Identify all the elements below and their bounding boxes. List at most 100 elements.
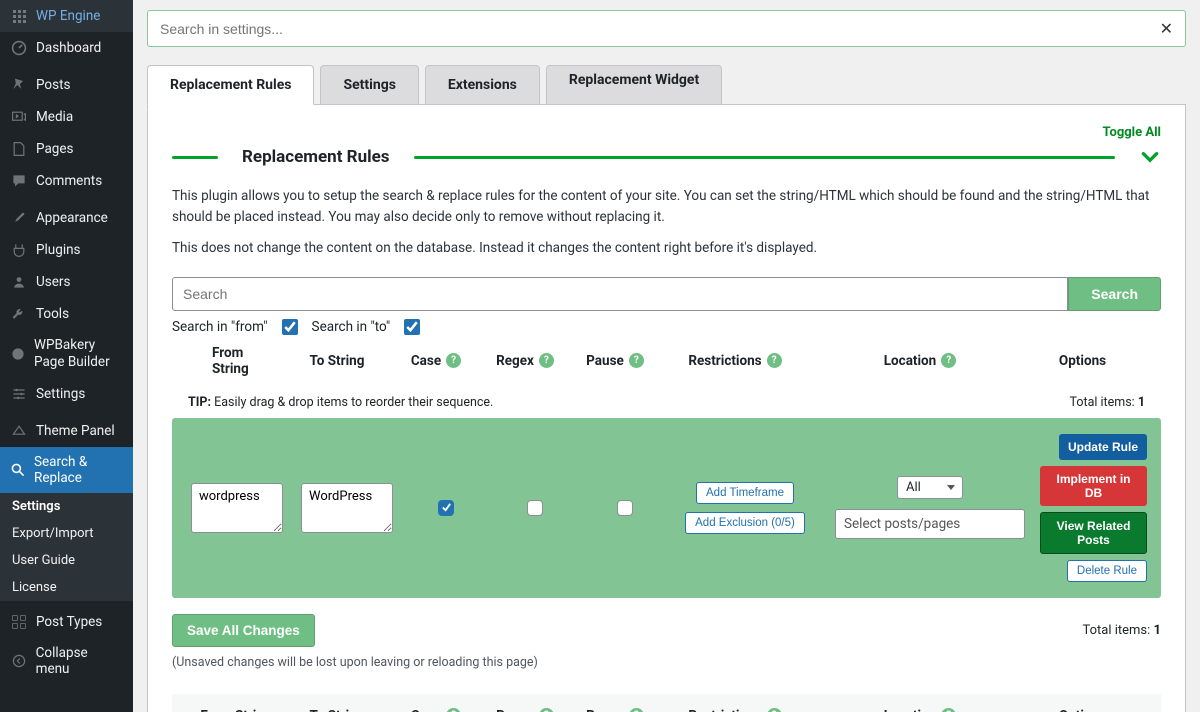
rules-table-footer: From String To String Case? Regex? Pause… <box>172 694 1161 712</box>
submenu-export-import[interactable]: Export/Import <box>0 520 133 547</box>
submenu-user-guide[interactable]: User Guide <box>0 547 133 574</box>
rule-row: Add Timeframe Add Exclusion (0/5) All Se… <box>172 418 1161 598</box>
sidebar-item-wpbakery[interactable]: WPBakery Page Builder <box>0 330 133 378</box>
help-icon[interactable]: ? <box>767 708 782 712</box>
collapse-icon <box>10 652 28 670</box>
sidebar-item-label: Collapse menu <box>36 645 123 677</box>
submenu-license[interactable]: License <box>0 574 133 601</box>
to-string-input[interactable] <box>301 483 393 533</box>
help-icon[interactable]: ? <box>539 353 554 368</box>
save-all-button[interactable]: Save All Changes <box>172 614 315 647</box>
case-checkbox[interactable] <box>438 500 454 516</box>
help-icon[interactable]: ? <box>539 708 554 712</box>
col-location: Location? <box>810 708 1030 712</box>
user-icon <box>10 273 28 291</box>
update-rule-button[interactable]: Update Rule <box>1059 434 1147 460</box>
col-to: To String <box>282 345 392 377</box>
sidebar-collapse[interactable]: Collapse menu <box>0 638 133 684</box>
sidebar-item-label: Search & Replace <box>34 454 123 486</box>
sidebar-item-label: WP Engine <box>36 8 100 24</box>
builder-icon <box>10 345 26 363</box>
rules-table-header: From String To String Case? Regex? Pause… <box>172 335 1161 387</box>
chevron-down-icon[interactable] <box>1139 146 1161 168</box>
help-icon[interactable]: ? <box>446 353 461 368</box>
intro-paragraph-1: This plugin allows you to setup the sear… <box>172 186 1161 228</box>
help-icon[interactable]: ? <box>767 353 782 368</box>
tip-text: Easily drag & drop items to reorder thei… <box>214 395 493 410</box>
view-related-posts-button[interactable]: View Related Posts <box>1040 512 1147 554</box>
section-title: Replacement Rules <box>242 147 390 167</box>
sidebar-item-media[interactable]: Media <box>0 101 133 133</box>
tab-replacement-widget[interactable]: Replacement Widget <box>546 65 722 105</box>
select-posts-input[interactable]: Select posts/pages <box>835 509 1025 539</box>
help-icon[interactable]: ? <box>629 708 644 712</box>
search-scope-checkboxes: Search in "from" Search in "to" <box>172 319 1161 335</box>
tab-extensions[interactable]: Extensions <box>425 65 540 105</box>
col-regex: Regex? <box>480 708 570 712</box>
tab-settings[interactable]: Settings <box>320 65 418 105</box>
close-icon[interactable]: ✕ <box>1160 19 1173 38</box>
sidebar-item-wpengine[interactable]: WP Engine <box>0 0 133 32</box>
add-timeframe-button[interactable]: Add Timeframe <box>696 482 794 504</box>
toggle-all-link[interactable]: Toggle All <box>172 125 1161 140</box>
tab-replacement-rules[interactable]: Replacement Rules <box>147 65 314 105</box>
sidebar-item-post-types[interactable]: Post Types <box>0 606 133 638</box>
sidebar-item-theme-panel[interactable]: Theme Panel <box>0 415 133 447</box>
from-string-input[interactable] <box>191 483 283 533</box>
sidebar-item-settings[interactable]: Settings <box>0 378 133 410</box>
sidebar-item-label: Pages <box>36 141 74 157</box>
pause-checkbox[interactable] <box>617 500 633 516</box>
admin-sidebar: WP Engine Dashboard Posts Media Pages Co… <box>0 0 133 712</box>
page-icon <box>10 140 28 158</box>
rule-search-input[interactable] <box>172 277 1068 311</box>
sidebar-item-label: Settings <box>36 386 85 402</box>
help-icon[interactable]: ? <box>941 353 956 368</box>
sidebar-item-pages[interactable]: Pages <box>0 133 133 165</box>
wrench-icon <box>10 305 28 323</box>
sidebar-item-label: Users <box>36 274 70 290</box>
col-to: To String <box>282 708 392 712</box>
search-in-from-checkbox[interactable] <box>282 319 298 335</box>
main-content: ✕ Replacement Rules Settings Extensions … <box>133 0 1200 712</box>
add-exclusion-button[interactable]: Add Exclusion (0/5) <box>685 512 805 534</box>
sidebar-item-dashboard[interactable]: Dashboard <box>0 32 133 64</box>
sidebar-item-label: Theme Panel <box>36 423 115 439</box>
sidebar-item-tools[interactable]: Tools <box>0 298 133 330</box>
col-from: From String <box>172 345 282 377</box>
sidebar-item-users[interactable]: Users <box>0 266 133 298</box>
panel-replacement-rules: Toggle All Replacement Rules This plugin… <box>147 104 1186 712</box>
sliders-icon <box>10 385 28 403</box>
col-case: Case? <box>392 345 480 377</box>
search-in-from-label: Search in "from" <box>172 319 268 335</box>
settings-search-input[interactable] <box>160 21 1160 37</box>
panel-icon <box>10 422 28 440</box>
help-icon[interactable]: ? <box>629 353 644 368</box>
col-options: Options <box>1030 708 1161 712</box>
rule-search: Search <box>172 277 1161 311</box>
col-restrictions: Restrictions? <box>660 345 810 377</box>
sidebar-item-comments[interactable]: Comments <box>0 165 133 197</box>
col-regex: Regex? <box>480 345 570 377</box>
rule-options: Update Rule Implement in DB View Related… <box>1040 434 1151 582</box>
sidebar-item-plugins[interactable]: Plugins <box>0 234 133 266</box>
col-pause: Pause? <box>570 708 660 712</box>
sidebar-item-label: Media <box>36 109 73 125</box>
delete-rule-button[interactable]: Delete Rule <box>1067 560 1147 582</box>
help-icon[interactable]: ? <box>446 708 461 712</box>
sidebar-item-search-replace[interactable]: Search & Replace <box>0 447 133 493</box>
sidebar-item-appearance[interactable]: Appearance <box>0 202 133 234</box>
col-location: Location? <box>810 345 1030 377</box>
search-in-to-checkbox[interactable] <box>404 319 420 335</box>
location-select[interactable]: All <box>897 476 963 499</box>
grid-icon <box>10 613 28 631</box>
implement-db-button[interactable]: Implement in DB <box>1040 466 1147 506</box>
intro-paragraph-2: This does not change the content on the … <box>172 238 1161 259</box>
rule-search-button[interactable]: Search <box>1068 277 1161 311</box>
sidebar-item-posts[interactable]: Posts <box>0 69 133 101</box>
settings-search: ✕ <box>147 10 1186 47</box>
help-icon[interactable]: ? <box>941 708 956 712</box>
submenu-settings[interactable]: Settings <box>0 493 133 520</box>
regex-checkbox[interactable] <box>527 500 543 516</box>
tip-row: TIP: Easily drag & drop items to reorder… <box>172 387 1161 418</box>
divider-icon <box>414 156 1115 159</box>
